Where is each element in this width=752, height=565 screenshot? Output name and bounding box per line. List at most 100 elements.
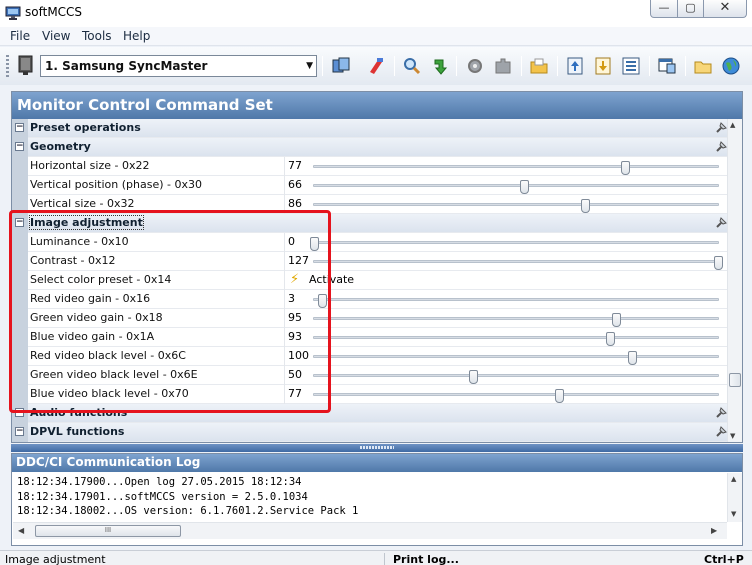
collapse-icon[interactable]: − [15,123,24,132]
menu-help[interactable]: Help [123,29,150,43]
scroll-right-icon[interactable]: ▶ [711,526,717,535]
maximize-button[interactable]: ▢ [677,0,704,18]
gear-icon[interactable] [465,56,485,76]
group-audio-functions[interactable]: − Audio functions [12,404,727,423]
pin-icon[interactable] [713,215,727,231]
collapse-icon[interactable]: − [15,142,24,151]
property-value-cell[interactable]: 50 [284,366,727,385]
monitor-select[interactable]: 1. Samsung SyncMaster ▼ [40,55,317,77]
property-value-cell[interactable]: 93 [284,328,727,347]
property-value[interactable]: 77 [288,159,302,172]
splitter-grip[interactable] [360,446,394,449]
scroll-down-icon[interactable]: ▼ [731,510,736,518]
slider-thumb[interactable] [612,313,622,327]
scroll-down-icon[interactable]: ▼ [730,432,735,440]
mccs-panel: Monitor Control Command Set − Preset ope… [11,91,743,443]
collapse-icon[interactable]: − [15,427,24,436]
export-icon[interactable] [565,56,585,76]
property-value-cell[interactable]: ⚡ Activate [284,271,727,290]
property-value-cell[interactable]: 100 [284,347,727,366]
slider-track[interactable] [313,351,719,365]
property-value[interactable]: 95 [288,311,302,324]
print-log-item[interactable]: Print log... [384,553,699,565]
slider-thumb[interactable] [554,389,564,403]
monitors-icon[interactable] [331,56,351,76]
property-value-cell[interactable]: 0 [284,233,727,252]
slider-thumb[interactable] [605,332,615,346]
scroll-up-icon[interactable]: ▲ [731,475,736,483]
property-value-cell[interactable]: 77 [284,157,727,176]
property-value[interactable]: 50 [288,368,302,381]
slider-track[interactable] [313,370,719,384]
slider-track[interactable] [313,199,719,213]
pin-icon[interactable] [713,139,727,155]
scroll-up-icon[interactable]: ▲ [730,121,735,129]
refresh-icon[interactable] [429,56,449,76]
slider-track[interactable] [313,294,719,308]
search-icon[interactable] [402,56,422,76]
slider-thumb[interactable] [714,256,723,270]
close-button[interactable]: ✕ [703,0,747,18]
menu-view[interactable]: View [42,29,70,43]
slider-thumb[interactable] [310,237,319,251]
property-value[interactable]: 66 [288,178,302,191]
property-value[interactable]: 127 [288,254,309,267]
slider-thumb[interactable] [520,180,530,194]
property-value[interactable]: 3 [288,292,295,305]
panel-splitter[interactable] [11,444,743,452]
slider-thumb[interactable] [469,370,479,384]
property-value-cell[interactable]: 3 [284,290,727,309]
open-folder-icon[interactable] [693,56,713,76]
activate-button[interactable]: Activate [309,273,354,286]
list-icon[interactable] [621,56,641,76]
brush-icon[interactable] [366,56,386,76]
slider-track[interactable] [310,237,719,251]
log-horizontal-scrollbar[interactable]: ◀ III ▶ [13,522,727,539]
collapse-icon[interactable]: − [15,218,24,227]
slider-thumb[interactable] [580,199,590,213]
group-dpvl-functions[interactable]: − DPVL functions [12,423,727,442]
import-icon[interactable] [593,56,613,76]
slider-thumb[interactable] [318,294,328,308]
log-vertical-scrollbar[interactable]: ▲ ▼ [727,473,742,522]
property-value-cell[interactable]: 127 [284,252,727,271]
vertical-scrollbar[interactable]: ▲ ▼ [727,119,742,442]
pin-icon[interactable] [713,405,727,421]
folder-icon[interactable] [529,56,549,76]
menu-tools[interactable]: Tools [82,29,112,43]
scrollbar-thumb[interactable]: III [35,525,181,537]
pin-icon[interactable] [713,424,727,440]
property-value-cell[interactable]: 77 [284,385,727,404]
property-value-cell[interactable]: 95 [284,309,727,328]
group-image-adjustment[interactable]: − Image adjustment [12,214,727,233]
property-value[interactable]: 0 [288,235,295,248]
group-geometry[interactable]: − Geometry [12,138,727,157]
property-value-cell[interactable]: 86 [284,195,727,214]
property-value[interactable]: 77 [288,387,302,400]
puzzle-icon[interactable] [493,56,513,76]
property-value[interactable]: 86 [288,197,302,210]
slider-track[interactable] [313,313,719,327]
window-icon[interactable] [657,56,677,76]
slider-thumb[interactable] [627,351,637,365]
collapse-icon[interactable]: − [15,408,24,417]
scrollbar-thumb[interactable] [729,373,741,387]
slider-track[interactable] [313,180,719,194]
minimize-button[interactable]: — [650,0,678,18]
slider-track[interactable] [313,332,719,346]
slider-track[interactable] [313,161,719,175]
group-preset-operations[interactable]: − Preset operations [12,119,727,138]
property-value[interactable]: 100 [288,349,309,362]
scroll-left-icon[interactable]: ◀ [18,526,24,535]
menu-file[interactable]: File [10,29,30,43]
pin-icon[interactable] [713,120,727,136]
slider-thumb[interactable] [621,161,631,175]
slider-track[interactable] [313,256,723,270]
property-value-cell[interactable]: 66 [284,176,727,195]
property-value[interactable]: 93 [288,330,302,343]
toolbar-grip[interactable] [6,55,9,77]
globe-icon[interactable] [721,56,741,76]
log-text[interactable]: 18:12:34.17900...Open log 27.05.2015 18:… [13,473,726,522]
slider-track[interactable] [313,389,719,403]
toolbar-separator [685,56,686,76]
